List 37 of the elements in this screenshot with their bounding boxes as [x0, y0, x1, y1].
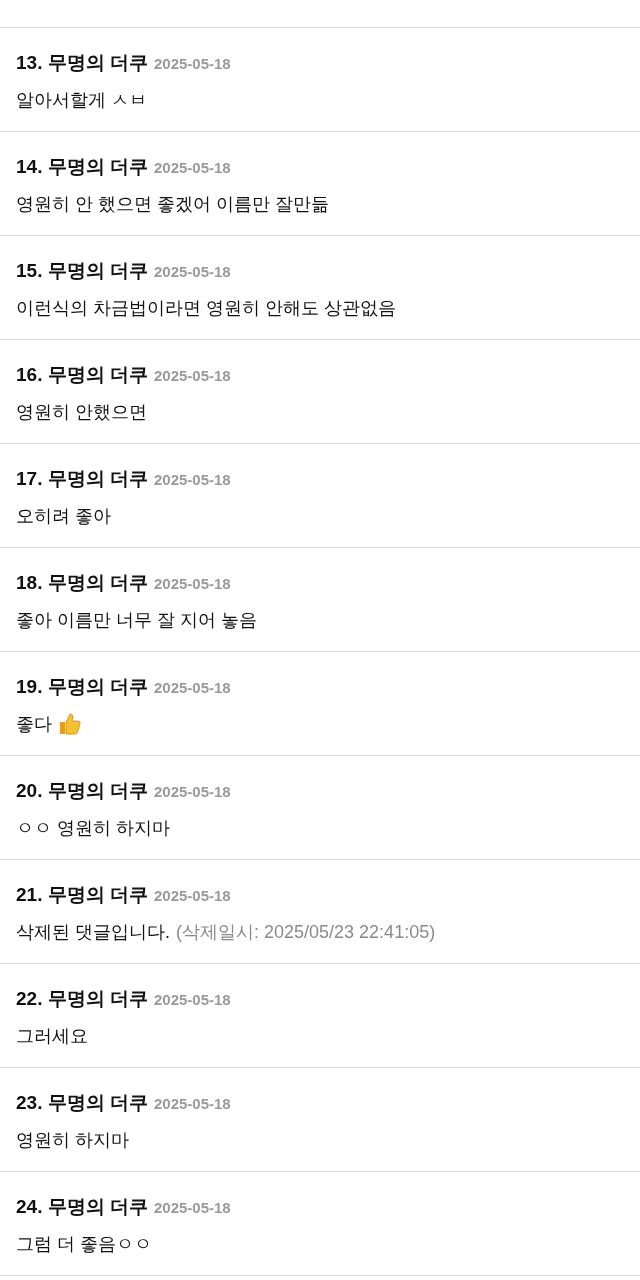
comment-author: 13. 무명의 더쿠 [16, 51, 148, 75]
comment-author: 15. 무명의 더쿠 [16, 259, 148, 283]
comment-date: 2025-05-18 [154, 1198, 231, 1218]
comment-date: 2025-05-18 [154, 574, 231, 594]
comment-text: 좋아 이름만 너무 잘 지어 놓음 [16, 608, 257, 632]
comment-author: 19. 무명의 더쿠 [16, 675, 148, 699]
comment-text: 이런식의 차금법이라면 영원히 안해도 상관없음 [16, 296, 396, 320]
comment-text: 그럼 더 좋음ㅇㅇ [16, 1232, 152, 1256]
comment-text: 삭제된 댓글입니다. [16, 920, 170, 944]
comment-date: 2025-05-18 [154, 678, 231, 698]
deleted-time-note: (삭제일시: 2025/05/23 22:41:05) [176, 920, 436, 944]
comment-text: 좋다 [16, 712, 52, 736]
comment-date: 2025-05-18 [154, 990, 231, 1010]
comment-text: ㅇㅇ 영원히 하지마 [16, 816, 170, 840]
comment-author: 24. 무명의 더쿠 [16, 1195, 148, 1219]
comment-author: 18. 무명의 더쿠 [16, 571, 148, 595]
comment-text: 오히려 좋아 [16, 504, 111, 528]
comment-author: 16. 무명의 더쿠 [16, 363, 148, 387]
comment-date: 2025-05-18 [154, 366, 231, 386]
comment-author: 20. 무명의 더쿠 [16, 779, 148, 803]
comment-text: 알아서할게 ㅅㅂ [16, 88, 147, 112]
comment-text: 영원히 하지마 [16, 1128, 129, 1152]
comment-date: 2025-05-18 [154, 886, 231, 906]
comment-author: 23. 무명의 더쿠 [16, 1091, 148, 1115]
comment-author: 22. 무명의 더쿠 [16, 987, 148, 1011]
comment-date: 2025-05-18 [154, 158, 231, 178]
comment-date: 2025-05-18 [154, 782, 231, 802]
comment-text: 영원히 안 했으면 좋겠어 이름만 잘만듦 [16, 192, 329, 216]
comment-author: 21. 무명의 더쿠 [16, 883, 148, 907]
comment-date: 2025-05-18 [154, 470, 231, 490]
comment-author: 17. 무명의 더쿠 [16, 467, 148, 491]
comment-date: 2025-05-18 [154, 54, 231, 74]
comment-text: 영원히 안했으면 [16, 400, 147, 424]
comment-date: 2025-05-18 [154, 262, 231, 282]
comment-author: 14. 무명의 더쿠 [16, 155, 148, 179]
comment-text: 그러세요 [16, 1024, 88, 1048]
comment-date: 2025-05-18 [154, 1094, 231, 1114]
